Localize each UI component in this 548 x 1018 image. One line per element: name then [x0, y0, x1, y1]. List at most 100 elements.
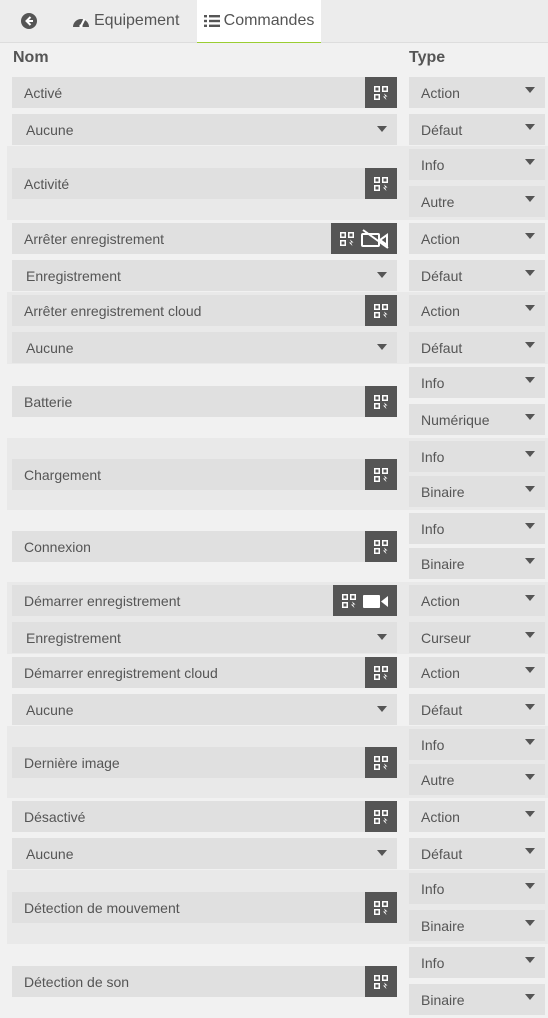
command-type-select[interactable]: Action [409, 585, 545, 616]
command-name-input[interactable]: Détection de mouvement [12, 892, 397, 923]
list-item: Démarrer enregistrement Enregistrement Act… [7, 582, 548, 654]
command-config-button[interactable] [365, 168, 397, 199]
caret-down-icon [377, 344, 387, 350]
command-name-input[interactable]: Détection de son [12, 966, 397, 997]
caret-down-icon [525, 270, 535, 276]
command-name-input[interactable]: Arrêter enregistrement cloud [12, 295, 397, 326]
configure-icon [373, 539, 389, 555]
command-type-select[interactable]: Info [409, 367, 545, 398]
command-subtype-select[interactable]: Numérique [409, 404, 545, 435]
command-subtype-select[interactable]: Binaire [409, 476, 545, 507]
command-subtype-label: Binaire [421, 991, 465, 1008]
command-name-value: Détection de son [24, 973, 130, 990]
command-config-button[interactable] [365, 295, 397, 326]
command-subtype-select[interactable]: Binaire [409, 910, 545, 941]
command-subtype-select[interactable]: Défaut [409, 694, 545, 725]
command-type-label: Info [421, 954, 445, 971]
command-subtype-select[interactable]: Défaut [409, 114, 545, 145]
command-name-input[interactable]: Connexion [12, 531, 397, 562]
column-header-nom: Nom [13, 49, 49, 66]
command-config-button[interactable] [365, 531, 397, 562]
command-type-label: Info [421, 156, 445, 173]
command-name-input[interactable]: Démarrer enregistrement cloud [12, 657, 397, 688]
caret-down-icon [525, 196, 535, 202]
command-type-select[interactable]: Info [409, 149, 545, 180]
caret-down-icon [525, 451, 535, 457]
command-subtype-select[interactable]: Binaire [409, 984, 545, 1015]
command-name-input[interactable]: Activé [12, 77, 397, 108]
command-value-select[interactable]: Aucune [12, 332, 397, 363]
command-value-select[interactable]: Aucune [12, 694, 397, 725]
command-name-value: Batterie [24, 393, 73, 410]
tab-equipement[interactable]: Equipement [64, 0, 187, 42]
command-type-select[interactable]: Info [409, 729, 545, 760]
command-config-button[interactable] [365, 801, 397, 832]
command-name-value: Désactivé [24, 808, 86, 825]
command-value-label: Aucune [26, 121, 74, 138]
command-subtype-select[interactable]: Défaut [409, 260, 545, 291]
command-type-select[interactable]: Action [409, 223, 545, 254]
configure-icon [373, 974, 389, 990]
command-type-label: Info [421, 448, 445, 465]
command-subtype-select[interactable]: Défaut [409, 332, 545, 363]
list-item: Chargement Info Binaire [7, 438, 548, 510]
command-type-select[interactable]: Info [409, 947, 545, 978]
command-subtype-label: Défaut [421, 339, 463, 356]
command-type-select[interactable]: Info [409, 441, 545, 472]
configure-icon [373, 303, 389, 319]
command-config-button[interactable] [333, 585, 397, 616]
command-type-label: Action [421, 230, 460, 247]
command-subtype-select[interactable]: Défaut [409, 838, 545, 869]
command-name-input[interactable]: Batterie [12, 386, 397, 417]
command-name-input[interactable]: Désactivé [12, 801, 397, 832]
command-config-button[interactable] [365, 966, 397, 997]
video-icon [363, 593, 389, 609]
command-config-button[interactable] [331, 223, 397, 254]
command-subtype-select[interactable]: Autre [409, 186, 545, 217]
command-config-button[interactable] [365, 386, 397, 417]
command-subtype-label: Autre [421, 771, 455, 788]
caret-down-icon [525, 233, 535, 239]
command-type-select[interactable]: Action [409, 801, 545, 832]
command-name-input[interactable]: Chargement [12, 459, 397, 490]
command-config-button[interactable] [365, 77, 397, 108]
command-value-select[interactable]: Aucune [12, 838, 397, 869]
command-subtype-select[interactable]: Autre [409, 764, 545, 795]
command-name-input[interactable]: Arrêter enregistrement [12, 223, 397, 254]
command-type-label: Action [421, 302, 460, 319]
command-value-select[interactable]: Aucune [12, 114, 397, 145]
caret-down-icon [525, 124, 535, 130]
list-item: Détection de mouvement Info Binaire [7, 870, 548, 944]
back-button[interactable] [14, 0, 48, 42]
command-subtype-label: Numérique [421, 411, 490, 428]
command-subtype-label: Défaut [421, 121, 463, 138]
list-item: Arrêter enregistrement cloud Aucune Action… [7, 292, 548, 364]
command-value-select[interactable]: Enregistrement [12, 622, 397, 653]
command-name-value: Connexion [24, 538, 91, 555]
command-config-button[interactable] [365, 459, 397, 490]
command-name-value: Activé [24, 84, 63, 101]
command-type-select[interactable]: Action [409, 77, 545, 108]
command-subtype-select[interactable]: Binaire [409, 548, 545, 579]
command-type-select[interactable]: Info [409, 513, 545, 544]
command-name-input[interactable]: Démarrer enregistrement [12, 585, 397, 616]
command-type-label: Info [421, 736, 445, 753]
tab-commandes[interactable]: Commandes [197, 0, 321, 43]
command-value-select[interactable]: Enregistrement [12, 260, 397, 291]
command-type-select[interactable]: Action [409, 295, 545, 326]
caret-down-icon [525, 414, 535, 420]
command-subtype-label: Autre [421, 193, 455, 210]
command-name-input[interactable]: Activité [12, 168, 397, 199]
command-name-input[interactable]: Dernière image [12, 747, 397, 778]
command-config-button[interactable] [365, 747, 397, 778]
command-value-label: Aucune [26, 845, 74, 862]
caret-down-icon [525, 811, 535, 817]
caret-down-icon [377, 272, 387, 278]
command-type-select[interactable]: Action [409, 657, 545, 688]
configure-icon [339, 231, 355, 247]
command-config-button[interactable] [365, 892, 397, 923]
command-subtype-select[interactable]: Curseur [409, 622, 545, 653]
caret-down-icon [525, 994, 535, 1000]
command-type-select[interactable]: Info [409, 873, 545, 904]
command-config-button[interactable] [365, 657, 397, 688]
